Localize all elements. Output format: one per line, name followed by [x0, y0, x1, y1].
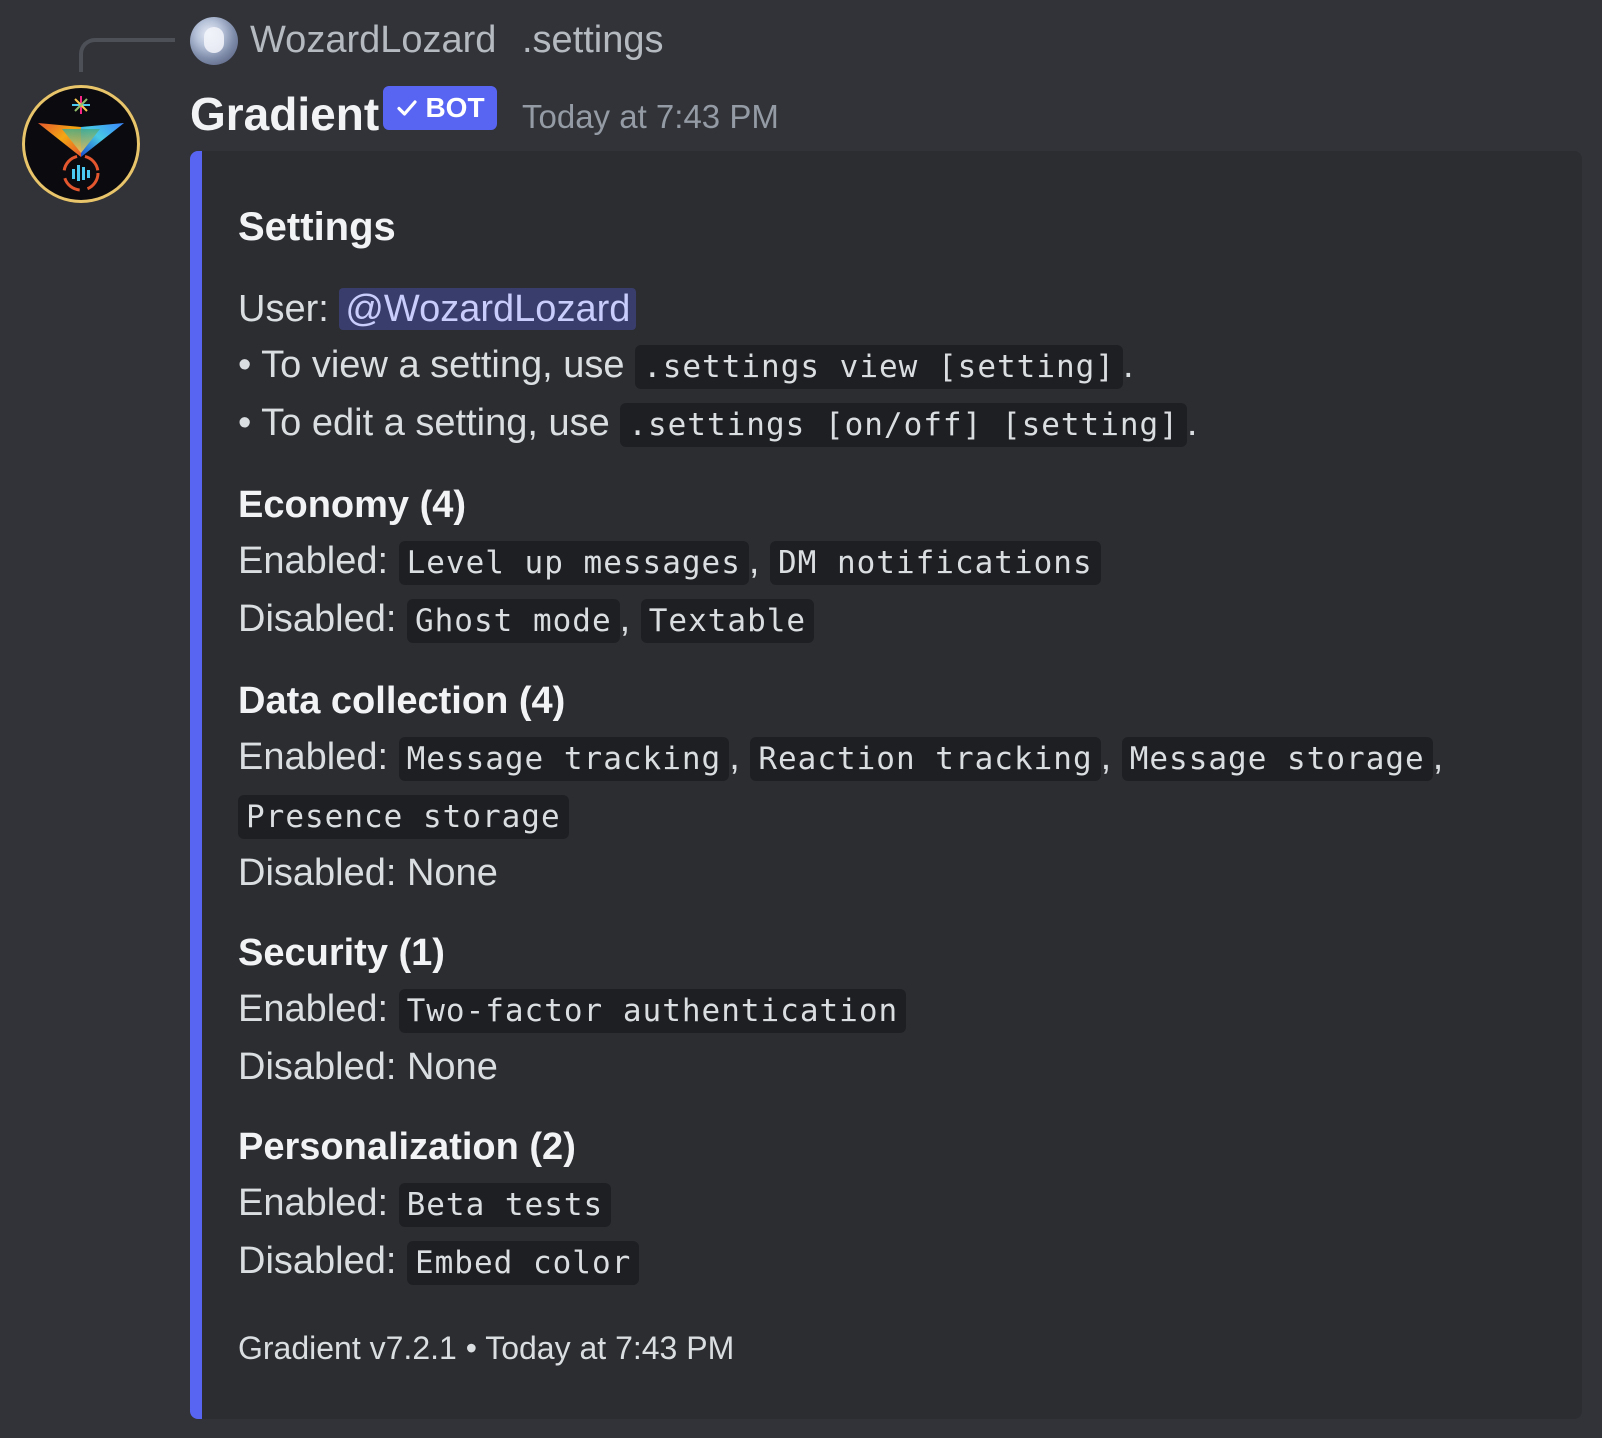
enabled-label: Enabled:: [238, 1182, 399, 1224]
message-timestamp[interactable]: Today at 7:43 PM: [522, 93, 779, 141]
embed-body: Settings User: @WozardLozard • To view a…: [238, 199, 1552, 1371]
setting-chip: Reaction tracking: [750, 737, 1101, 781]
user-line: User: @WozardLozard: [238, 281, 1552, 337]
bot-avatar[interactable]: [22, 85, 140, 203]
section-heading-economy: Economy (4): [238, 484, 467, 526]
data-collection-disabled-line: Disabled: None: [238, 845, 1552, 901]
disabled-label: Disabled:: [238, 852, 407, 894]
view-instruction: • To view a setting, use .settings view …: [238, 337, 1552, 395]
edit-instruction-text: • To edit a setting, use: [238, 402, 621, 444]
setting-chip: Level up messages: [398, 541, 749, 585]
section-heading-personalization: Personalization (2): [238, 1126, 576, 1168]
setting-chip: Textable: [640, 599, 815, 643]
setting-chip: DM notifications: [769, 541, 1101, 585]
edit-command-code: .settings [on/off] [setting]: [620, 403, 1187, 447]
bot-badge-label: BOT: [425, 92, 485, 123]
edit-instruction: • To edit a setting, use .settings [on/o…: [238, 395, 1552, 453]
separator: ,: [748, 540, 760, 582]
security-enabled-line: Enabled: Two-factor authentication: [238, 981, 1552, 1039]
message-author-name[interactable]: Gradient: [190, 84, 379, 144]
reply-connector-line: [79, 38, 175, 72]
data-collection-enabled-line-wrap: Presence storage: [238, 787, 1552, 845]
disabled-label: Disabled:: [238, 1046, 407, 1088]
data-collection-enabled-line: Enabled: Message tracking, Reaction trac…: [238, 729, 1552, 787]
setting-chip: Embed color: [406, 1241, 640, 1285]
separator: ,: [1432, 736, 1444, 778]
personalization-enabled-line: Enabled: Beta tests: [238, 1175, 1552, 1233]
setting-chip: Two-factor authentication: [398, 989, 907, 1033]
punctuation: .: [1186, 402, 1198, 444]
separator: ,: [729, 736, 740, 778]
bot-badge: BOT: [383, 86, 497, 130]
section-heading-security: Security (1): [238, 932, 445, 974]
user-mention[interactable]: @WozardLozard: [339, 288, 637, 330]
view-command-code: .settings view [setting]: [635, 345, 1123, 389]
punctuation: .: [1122, 344, 1134, 386]
enabled-label: Enabled:: [238, 736, 399, 778]
user-label: User:: [238, 288, 329, 330]
enabled-label: Enabled:: [238, 540, 399, 582]
settings-embed: Settings User: @WozardLozard • To view a…: [190, 151, 1582, 1419]
verified-check-icon: [397, 100, 418, 116]
reply-author-name[interactable]: WozardLozard: [250, 14, 496, 66]
economy-disabled-line: Disabled: Ghost mode, Textable: [238, 591, 1552, 649]
disabled-none-value: None: [406, 1046, 498, 1088]
setting-chip: Presence storage: [238, 795, 569, 839]
personalization-disabled-line: Disabled: Embed color: [238, 1233, 1552, 1291]
disabled-label: Disabled:: [238, 1240, 407, 1282]
separator: ,: [1100, 736, 1112, 778]
economy-enabled-line: Enabled: Level up messages, DM notificat…: [238, 533, 1552, 591]
reply-author-avatar[interactable]: [190, 17, 238, 65]
section-heading-data-collection: Data collection (4): [238, 680, 566, 722]
view-instruction-text: • To view a setting, use: [238, 344, 636, 386]
disabled-label: Disabled:: [238, 598, 407, 640]
gradient-logo-icon: [38, 96, 124, 192]
security-disabled-line: Disabled: None: [238, 1039, 1552, 1095]
separator: ,: [619, 598, 631, 640]
enabled-label: Enabled:: [238, 988, 399, 1030]
setting-chip: Ghost mode: [406, 599, 620, 643]
setting-chip: Message tracking: [398, 737, 730, 781]
embed-footer: Gradient v7.2.1 • Today at 7:43 PM: [238, 1330, 735, 1366]
disabled-none-value: None: [406, 852, 498, 894]
setting-chip: Beta tests: [398, 1183, 612, 1227]
setting-chip: Message storage: [1121, 737, 1433, 781]
reply-content[interactable]: .settings: [522, 14, 664, 66]
embed-title: Settings: [238, 205, 396, 249]
